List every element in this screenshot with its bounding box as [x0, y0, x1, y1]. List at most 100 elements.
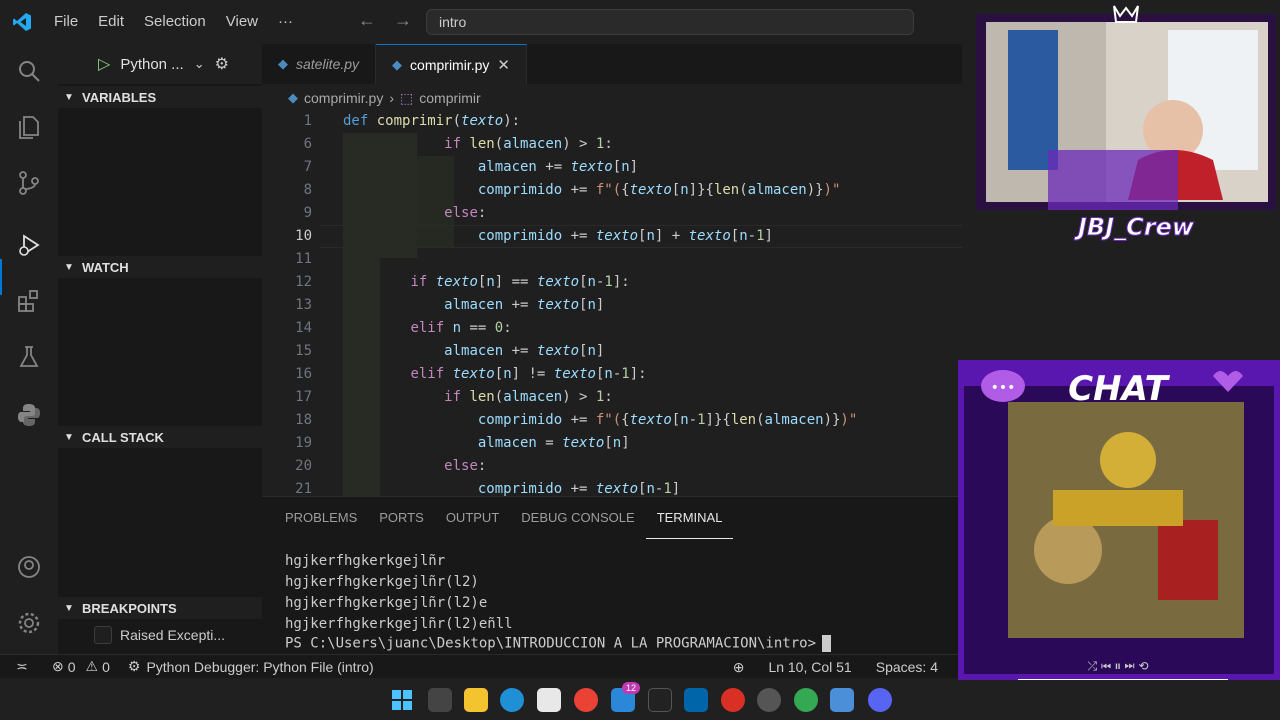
terminal-prompt[interactable]: PS C:\Users\juanc\Desktop\INTRODUCCION A…	[285, 635, 832, 652]
chrome-profile-icon[interactable]	[721, 688, 745, 712]
breakpoints-title: BREAKPOINTS	[82, 600, 177, 616]
breakpoints-section-header[interactable]: ▼ BREAKPOINTS	[58, 597, 262, 619]
back-arrow-icon[interactable]: ←	[358, 10, 376, 31]
webcam-overlay: JBJ_Crew	[968, 0, 1280, 270]
webcam-frame-image: JBJ_Crew	[968, 0, 1280, 270]
debug-config-gear-icon[interactable]: ⚙	[215, 54, 229, 74]
capcut-icon[interactable]	[648, 688, 672, 712]
zoom-icon[interactable]: ⊕	[733, 659, 745, 676]
code-line: 13 almacen += texto[n]	[295, 297, 605, 313]
menu-edit[interactable]: Edit	[88, 0, 134, 44]
code-line: 11	[295, 251, 312, 267]
active-indicator	[0, 259, 2, 295]
chevron-down-icon: ▼	[64, 91, 74, 103]
file-explorer-icon[interactable]	[464, 688, 488, 712]
python-file-icon: ◆	[288, 90, 298, 105]
code-editor[interactable]: 1 def comprimir(texto): 6 if len(almacen)…	[262, 110, 962, 496]
warning-count[interactable]: 0	[102, 659, 110, 675]
chevron-down-icon[interactable]: ⌄	[194, 56, 205, 72]
symbol-function-icon: ⬚	[400, 89, 414, 106]
breadcrumb-symbol[interactable]: comprimir	[419, 90, 480, 106]
svg-text:CHAT: CHAT	[1068, 369, 1170, 409]
tab-output[interactable]: OUTPUT	[435, 497, 510, 539]
tab-satelite[interactable]: ◆ satelite.py	[262, 44, 377, 84]
terminal-line: hgjkerfhgkerkgejlñr(l2)eñll	[285, 616, 513, 632]
cursor-position[interactable]: Ln 10, Col 51	[768, 659, 851, 675]
command-center-search[interactable]: intro	[426, 9, 914, 35]
chevron-down-icon: ▼	[64, 431, 74, 443]
vscode-taskbar-icon[interactable]	[684, 688, 708, 712]
chrome-canary-icon[interactable]	[794, 688, 818, 712]
debug-icon[interactable]: ⚙	[128, 658, 141, 675]
python-icon[interactable]	[14, 400, 44, 430]
indentation[interactable]: Spaces: 4	[876, 659, 938, 675]
bottom-panel: PROBLEMS PORTS OUTPUT DEBUG CONSOLE TERM…	[262, 496, 962, 654]
error-count[interactable]: 0	[68, 659, 76, 675]
variables-section-header[interactable]: ▼ VARIABLES	[58, 86, 262, 108]
tab-terminal[interactable]: TERMINAL	[645, 497, 734, 539]
error-icon[interactable]: ⊗	[52, 658, 64, 675]
chevron-down-icon: ▼	[64, 602, 74, 614]
watch-title: WATCH	[82, 259, 129, 275]
search-icon[interactable]	[14, 56, 44, 86]
menu-more[interactable]: ···	[268, 0, 303, 44]
code-line: 15 almacen += texto[n]	[295, 343, 605, 359]
settings-gear-icon[interactable]	[14, 608, 44, 638]
code-line: 9 else:	[303, 205, 487, 221]
python-file-icon: ◆	[392, 56, 403, 72]
code-line: 16 elif texto[n] != texto[n-1]:	[295, 366, 647, 382]
vscode-logo-icon	[0, 0, 44, 44]
breakpoint-label: Raised Excepti...	[120, 627, 226, 643]
explorer-icon[interactable]	[14, 112, 44, 142]
code-line: 12 if texto[n] == texto[n-1]:	[295, 274, 630, 290]
start-debugging-play-icon[interactable]: ▷	[98, 54, 110, 74]
panel-tabs: PROBLEMS PORTS OUTPUT DEBUG CONSOLE TERM…	[262, 497, 962, 539]
breakpoint-checkbox[interactable]	[94, 626, 112, 644]
debugger-status[interactable]: Python Debugger: Python File (intro)	[146, 659, 373, 675]
code-line: 18 comprimido += f"({texto[n-1]}{len(alm…	[295, 412, 858, 428]
source-control-icon[interactable]	[14, 168, 44, 198]
run-config-select[interactable]: Python ...	[120, 56, 183, 73]
menu-view[interactable]: View	[216, 0, 268, 44]
chrome-icon[interactable]	[574, 688, 598, 712]
call-stack-section-header[interactable]: ▼ CALL STACK	[58, 426, 262, 448]
remote-icon[interactable]: ≍	[0, 658, 44, 675]
run-config-bar: ▷ Python ... ⌄ ⚙	[58, 44, 262, 84]
breakpoint-raised-exceptions[interactable]: Raised Excepti...	[94, 626, 225, 644]
breadcrumb: ◆ comprimir.py › ⬚ comprimir	[262, 86, 481, 110]
menu-selection[interactable]: Selection	[134, 0, 216, 44]
svg-text:⤮ ⏮ ⏸ ⏭ ⟲: ⤮ ⏮ ⏸ ⏭ ⟲	[1088, 659, 1149, 673]
close-icon[interactable]: ✕	[497, 56, 510, 74]
activity-bar	[0, 44, 58, 654]
teams-badge: 12	[622, 682, 641, 694]
menu-file[interactable]: File	[44, 0, 88, 44]
tab-problems[interactable]: PROBLEMS	[274, 497, 368, 539]
testing-icon[interactable]	[14, 342, 44, 372]
tab-comprimir[interactable]: ◆ comprimir.py ✕	[376, 44, 527, 84]
prompt-text: PS C:\Users\juanc\Desktop\INTRODUCCION A…	[285, 635, 817, 652]
tab-label: satelite.py	[296, 56, 360, 72]
call-stack-title: CALL STACK	[82, 429, 164, 445]
breadcrumb-file[interactable]: comprimir.py	[304, 90, 383, 106]
status-bar: ≍ ⊗ 0 ⚠ 0 ⚙ Python Debugger: Python File…	[0, 654, 962, 678]
edge-icon[interactable]	[500, 688, 524, 712]
terminal-cursor	[822, 635, 832, 652]
discord-icon[interactable]	[868, 688, 892, 712]
chrome-dev-icon[interactable]	[757, 688, 781, 712]
warning-icon[interactable]: ⚠	[86, 658, 99, 675]
task-view-icon[interactable]	[428, 688, 452, 712]
extensions-icon[interactable]	[14, 286, 44, 316]
svg-text:JBJ_Crew: JBJ_Crew	[1074, 213, 1195, 241]
run-debug-icon[interactable]	[14, 230, 44, 260]
tab-ports[interactable]: PORTS	[368, 497, 435, 539]
watch-section-header[interactable]: ▼ WATCH	[58, 256, 262, 278]
code-line: 1 def comprimir(texto):	[303, 113, 521, 129]
tab-debug-console[interactable]: DEBUG CONSOLE	[510, 497, 645, 539]
account-icon[interactable]	[14, 552, 44, 582]
windows-start-icon[interactable]	[390, 688, 414, 712]
store-icon[interactable]	[537, 688, 561, 712]
forward-arrow-icon[interactable]: →	[394, 10, 412, 31]
terminal-line: hgjkerfhgkerkgejlñr(l2)e	[285, 595, 488, 611]
obs-icon[interactable]	[830, 688, 854, 712]
tab-label: comprimir.py	[410, 56, 490, 73]
